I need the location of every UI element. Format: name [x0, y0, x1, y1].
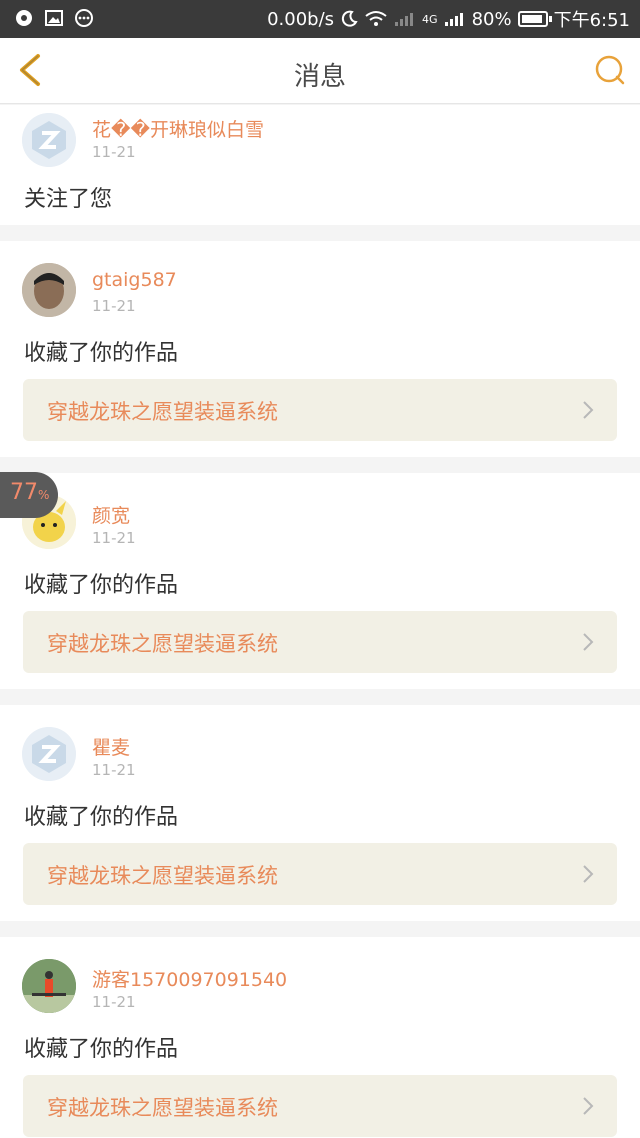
- work-link[interactable]: 穿越龙珠之愿望装逼系统: [23, 379, 617, 441]
- divider: [0, 689, 640, 705]
- default-avatar-icon: [22, 113, 76, 167]
- work-title: 穿越龙珠之愿望装逼系统: [47, 400, 278, 424]
- user-photo-icon: [22, 263, 76, 317]
- app-notification-icon: [16, 10, 32, 26]
- message-action: 收藏了你的作品: [24, 341, 179, 366]
- chevron-right-icon: [583, 1097, 594, 1115]
- message-action: 收藏了你的作品: [24, 805, 179, 830]
- work-link[interactable]: 穿越龙珠之愿望装逼系统: [23, 843, 617, 905]
- clock: 下午6:51: [553, 10, 630, 31]
- more-icon: [75, 9, 93, 27]
- username[interactable]: 颜宽: [92, 501, 130, 528]
- battery-icon: [517, 11, 552, 27]
- message-action: 收藏了你的作品: [24, 1037, 179, 1062]
- divider: [0, 457, 640, 473]
- user-photo-icon: [22, 959, 76, 1013]
- status-left-icons: [14, 8, 94, 28]
- message-item[interactable]: gtaig587 11-21 收藏了你的作品 穿越龙珠之愿望装逼系统: [0, 241, 640, 457]
- top-navigation-bar: 消息: [0, 38, 640, 104]
- message-date: 11-21: [92, 297, 136, 315]
- floating-percent-badge[interactable]: 77%: [0, 472, 58, 518]
- divider: [0, 225, 640, 241]
- work-title: 穿越龙珠之愿望装逼系统: [47, 1096, 278, 1120]
- avatar[interactable]: [22, 113, 76, 167]
- message-item[interactable]: 花��开琳琅似白雪 11-21 关注了您: [0, 105, 640, 225]
- moon-icon: [341, 10, 358, 27]
- badge-unit: %: [38, 488, 50, 502]
- signal-icon: [395, 13, 414, 26]
- battery-percent: 80%: [471, 8, 512, 30]
- username[interactable]: 花��开琳琅似白雪: [92, 115, 264, 142]
- work-title: 穿越龙珠之愿望装逼系统: [47, 632, 278, 656]
- message-date: 11-21: [92, 529, 136, 547]
- network-speed: 0.00b/s: [267, 8, 335, 30]
- work-link[interactable]: 穿越龙珠之愿望装逼系统: [23, 611, 617, 673]
- message-action: 关注了您: [24, 187, 113, 212]
- username[interactable]: gtaig587: [92, 269, 177, 291]
- message-item[interactable]: 游客1570097091540 11-21 收藏了你的作品 穿越龙珠之愿望装逼系…: [0, 937, 640, 1138]
- avatar[interactable]: [22, 959, 76, 1013]
- message-date: 11-21: [92, 143, 136, 161]
- chevron-right-icon: [583, 401, 594, 419]
- avatar[interactable]: [22, 727, 76, 781]
- message-item[interactable]: 瞿麦 11-21 收藏了你的作品 穿越龙珠之愿望装逼系统: [0, 705, 640, 921]
- username[interactable]: 游客1570097091540: [92, 965, 287, 992]
- work-link[interactable]: 穿越龙珠之愿望装逼系统: [23, 1075, 617, 1137]
- message-list: 花��开琳琅似白雪 11-21 关注了您 gtaig587 11-21 收藏了你…: [0, 105, 640, 1138]
- image-icon: [45, 10, 63, 26]
- message-action: 收藏了你的作品: [24, 573, 179, 598]
- divider: [0, 921, 640, 937]
- avatar[interactable]: [22, 263, 76, 317]
- username[interactable]: 瞿麦: [92, 733, 130, 760]
- work-title: 穿越龙珠之愿望装逼系统: [47, 864, 278, 888]
- badge-value: 77: [10, 480, 38, 505]
- signal-4g-icon: [444, 13, 463, 26]
- chevron-right-icon: [583, 865, 594, 883]
- status-right: 0.00b/s 4G 80% 下午6:51: [267, 6, 630, 32]
- network-type: 4G: [422, 12, 438, 26]
- message-date: 11-21: [92, 993, 136, 1011]
- message-item[interactable]: 颜宽 11-21 收藏了你的作品 穿越龙珠之愿望装逼系统: [0, 473, 640, 689]
- chevron-right-icon: [583, 633, 594, 651]
- status-bar: 0.00b/s 4G 80% 下午6:51: [0, 0, 640, 38]
- message-date: 11-21: [92, 761, 136, 779]
- search-icon[interactable]: [592, 52, 628, 88]
- default-avatar-icon: [22, 727, 76, 781]
- wifi-icon: [365, 11, 387, 26]
- page-title: 消息: [293, 62, 346, 92]
